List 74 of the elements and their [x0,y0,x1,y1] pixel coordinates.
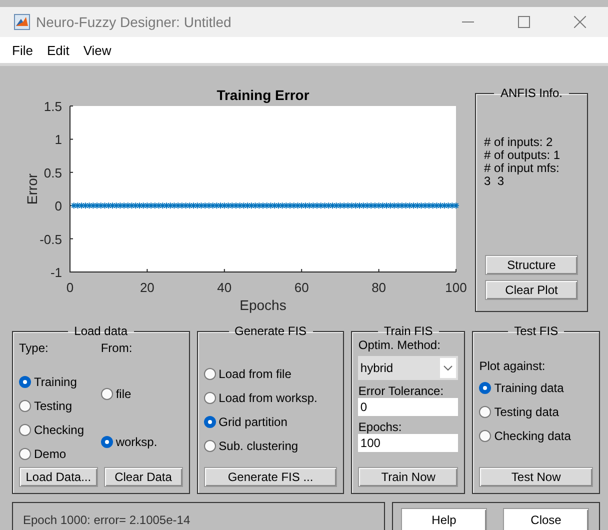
tick-label: -0.5 [40,232,62,247]
tick-label: 100 [445,280,467,295]
radio-button[interactable] [100,388,113,400]
dropdown-field[interactable]: hybrid [358,356,458,380]
chart-title: Training Error [216,87,310,103]
tick-label: 1.5 [44,99,62,114]
radio-button[interactable] [19,376,31,388]
tick-label: 60 [294,280,309,295]
tick-label: 80 [372,280,386,295]
radio-button[interactable] [479,382,492,394]
panel-title: Test FIS [513,324,560,338]
window-title: Neuro-Fuzzy Designer: Untitled [36,14,232,30]
radio-button[interactable] [19,424,31,436]
menu-item[interactable]: Edit [46,42,70,58]
radio-button[interactable] [479,430,492,442]
menu-item[interactable]: View [83,42,112,58]
radio-label: Sub. clustering [218,439,298,453]
radio-button[interactable] [100,436,113,448]
tick-label: 0 [54,198,62,214]
field-label: Plot against: [479,358,546,375]
radio-label: Testing [34,399,72,413]
radio-label: Grid partition [218,415,288,429]
radio-label: Load from file [218,367,292,381]
panel-title: Train FIS [382,324,434,338]
panel-title: Generate FIS [234,324,308,338]
radio-label: Checking [34,423,84,437]
panel-title: Load data [73,324,129,338]
button[interactable]: Help [401,508,487,530]
button[interactable]: Clear Plot [485,280,578,300]
radio-label: Training data [494,381,564,395]
radio-button[interactable] [204,392,216,404]
button[interactable]: Structure [485,255,578,275]
panel-title: ANFIS Info. [499,86,564,100]
radio-label: Load from worksp. [218,391,318,405]
field-label: From: [100,340,134,357]
radio-label: Checking data [494,429,571,443]
app-logo-icon [14,14,30,30]
caret-icon [440,358,456,378]
radio-button[interactable] [479,406,492,418]
input-field[interactable]: 0 [358,398,458,416]
tick-label: 1 [54,132,62,148]
radio-button[interactable] [204,440,216,452]
radio-button[interactable] [204,368,216,380]
radio-button[interactable] [19,448,31,460]
button[interactable]: Generate FIS ... [204,467,338,487]
radio-label: Testing data [494,405,559,419]
field-label: Type: [19,340,50,357]
field-label: Epochs: [358,420,403,434]
radio-button[interactable] [204,416,216,428]
tick-label: 0 [66,280,74,295]
radio-label: worksp. [116,435,158,449]
radio-button[interactable] [19,400,31,412]
close-icon[interactable] [574,16,586,28]
button[interactable]: Load Data... [19,467,98,487]
field-label: Error Tolerance: [358,384,445,398]
tick-label: 40 [217,280,232,295]
field-label: Optim. Method: [358,338,442,352]
maximize-icon[interactable] [518,16,530,28]
info-text: # of inputs: 2 # of outputs: 1 # of input mfs: 3 3 [484,136,562,190]
axis-label: Epochs [240,297,286,313]
input-field[interactable]: 100 [358,434,458,452]
tick-label: 0.5 [44,165,62,180]
menu-item[interactable]: File [12,42,33,58]
status-message: Epoch 1000: error= 2.1005e-14 [12,502,385,530]
axis-label: Error [24,173,40,205]
radio-label: Training [34,375,77,389]
button[interactable]: Train Now [358,467,458,487]
button[interactable]: Test Now [479,467,593,487]
radio-label: file [116,387,132,401]
tick-label: 20 [140,280,154,295]
radio-label: Demo [34,447,66,461]
tick-label: -1 [50,265,62,280]
button[interactable]: Close [503,508,589,530]
button[interactable]: Clear Data [104,467,183,487]
